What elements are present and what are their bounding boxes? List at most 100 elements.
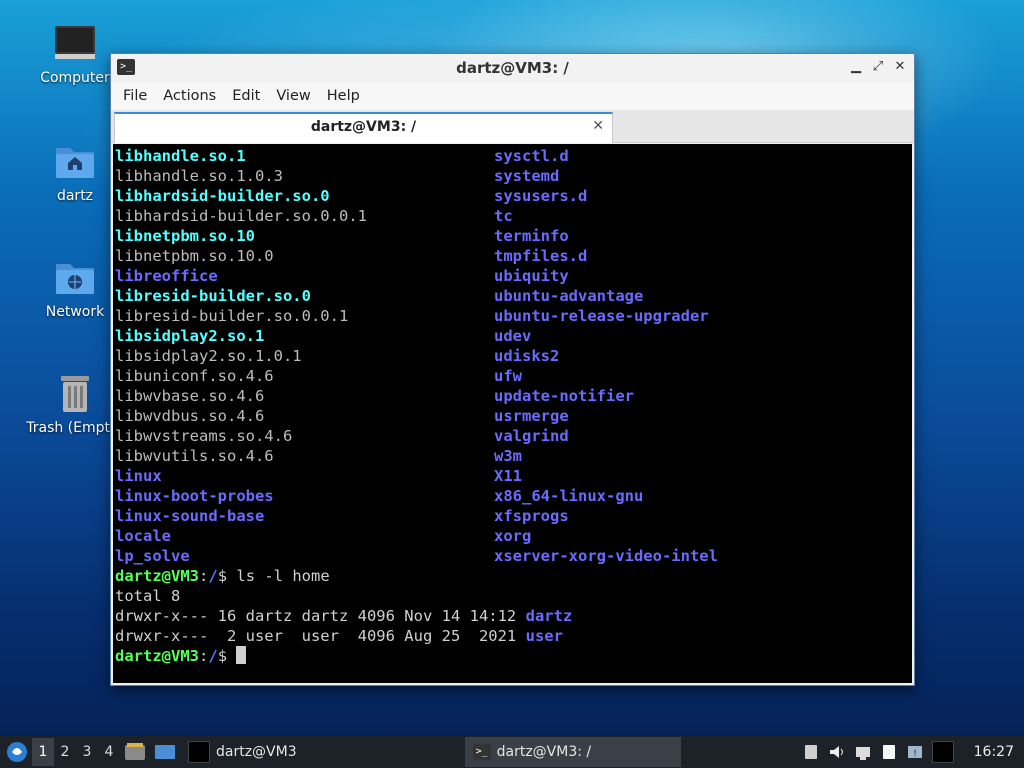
listing-attrs: drwxr-x--- 16 dartz dartz 4096 Nov 14 14… xyxy=(115,607,526,625)
task-label: dartz@VM3 xyxy=(216,744,297,760)
computer-icon xyxy=(53,22,97,66)
ls-entry: terminfo xyxy=(494,227,569,245)
terminal-icon: >_ xyxy=(472,744,491,760)
tab-close-icon[interactable]: ✕ xyxy=(592,118,604,134)
listing-name: user xyxy=(525,627,563,645)
ls-entry: libsidplay2.so.1 xyxy=(115,327,265,345)
ls-entry: x86_64-linux-gnu xyxy=(494,487,644,505)
system-tray: ! 16:27 xyxy=(802,741,1024,763)
prompt-path: / xyxy=(208,647,218,665)
start-menu-button[interactable] xyxy=(2,737,32,767)
tab-label: dartz@VM3: / xyxy=(310,119,417,135)
ls-entry: X11 xyxy=(494,467,522,485)
total-line: total 8 xyxy=(115,587,181,605)
ls-entry: systemd xyxy=(494,167,560,185)
ls-entry: libnetpbm.so.10.0 xyxy=(115,247,274,265)
ls-entry: udisks2 xyxy=(494,347,560,365)
terminal-output[interactable]: libhandle.so.1 libhandle.so.1.0.3 libhards… xyxy=(113,144,912,683)
ls-entry: libwvstreams.so.4.6 xyxy=(115,427,293,445)
volume-icon[interactable] xyxy=(828,743,846,761)
prompt-user: dartz@VM3 xyxy=(115,567,199,585)
ls-entry: udev xyxy=(494,327,532,345)
ls-entry: libhardsid-builder.so.0.0.1 xyxy=(115,207,367,225)
terminal-recent-output: dartz@VM3:/$ ls -l home total 8 drwxr-x-… xyxy=(115,566,572,666)
prompt-path: / xyxy=(208,567,218,585)
text-cursor xyxy=(236,646,247,664)
clock[interactable]: 16:27 xyxy=(974,744,1014,760)
ls-entry: tc xyxy=(494,207,513,225)
listing-attrs: drwxr-x--- 2 user user 4096 Aug 25 2021 xyxy=(115,627,526,645)
minimize-button[interactable]: ▁ xyxy=(848,58,864,76)
tab-bar: dartz@VM3: / ✕ xyxy=(111,110,914,143)
prompt-separator: : xyxy=(199,647,209,665)
ls-entry: libnetpbm.so.10 xyxy=(115,227,255,245)
prompt-user: dartz@VM3 xyxy=(115,647,199,665)
ls-entry: libwvutils.so.4.6 xyxy=(115,447,274,465)
ls-entry: libreoffice xyxy=(115,267,218,285)
ls-entry: sysusers.d xyxy=(494,187,588,205)
maximize-button[interactable]: ⤢ xyxy=(870,58,886,76)
menu-file[interactable]: File xyxy=(115,82,155,110)
workspace-4[interactable]: 4 xyxy=(98,738,120,766)
ls-entry: libuniconf.so.4.6 xyxy=(115,367,274,385)
show-desktop-icon[interactable] xyxy=(154,742,176,762)
ls-column-left: libhandle.so.1 libhandle.so.1.0.3 libhards… xyxy=(115,146,367,566)
file-manager-launcher-icon[interactable] xyxy=(124,742,146,762)
menu-help[interactable]: Help xyxy=(319,82,368,110)
ls-entry: ufw xyxy=(494,367,522,385)
notes-icon[interactable] xyxy=(880,743,898,761)
network-icon[interactable] xyxy=(854,743,872,761)
home-folder-icon xyxy=(53,140,97,184)
prompt-symbol: $ xyxy=(217,647,237,665)
ls-entry: libhardsid-builder.so.0 xyxy=(115,187,330,205)
svg-text:!: ! xyxy=(913,749,917,759)
ls-entry: usrmerge xyxy=(494,407,569,425)
taskbar: 1 2 3 4 dartz@VM3 >_ dartz@VM3: / ! 16:2… xyxy=(0,736,1024,768)
listing-row: drwxr-x--- 16 dartz dartz 4096 Nov 14 14… xyxy=(115,606,572,626)
tab-terminal[interactable]: dartz@VM3: / ✕ xyxy=(114,112,613,143)
task-dartz-vm3-root[interactable]: >_ dartz@VM3: / xyxy=(464,737,681,767)
menu-view[interactable]: View xyxy=(268,82,318,110)
workspace-3[interactable]: 3 xyxy=(76,738,98,766)
ls-entry: locale xyxy=(115,527,171,545)
ls-entry: linux-boot-probes xyxy=(115,487,274,505)
ls-entry: ubiquity xyxy=(494,267,569,285)
command-text: ls -l home xyxy=(236,567,330,585)
ls-entry: xorg xyxy=(494,527,532,545)
ls-entry: tmpfiles.d xyxy=(494,247,588,265)
listing-name: dartz xyxy=(525,607,573,625)
ls-entry: libwvbase.so.4.6 xyxy=(115,387,265,405)
workspace-1[interactable]: 1 xyxy=(32,738,54,766)
window-titlebar[interactable]: >_ dartz@VM3: / ▁ ⤢ ✕ xyxy=(111,54,914,82)
update-notifier-icon[interactable]: ! xyxy=(906,743,924,761)
command-line: dartz@VM3:/$ ls -l home xyxy=(115,566,572,586)
task-terminal-thumb-icon xyxy=(188,741,210,763)
ls-entry: sysctl.d xyxy=(494,147,569,165)
ls-entry: libhandle.so.1 xyxy=(115,147,246,165)
menu-actions[interactable]: Actions xyxy=(155,82,224,110)
ls-entry: libresid-builder.so.0.0.1 xyxy=(115,307,349,325)
active-prompt-line: dartz@VM3:/$ xyxy=(115,646,572,666)
ls-entry: libresid-builder.so.0 xyxy=(115,287,311,305)
menu-edit[interactable]: Edit xyxy=(224,82,268,110)
ls-entry: linux-sound-base xyxy=(115,507,265,525)
trash-icon xyxy=(53,372,97,416)
listing-row: drwxr-x--- 2 user user 4096 Aug 25 2021 … xyxy=(115,626,572,646)
close-button[interactable]: ✕ xyxy=(892,58,908,76)
network-folder-icon xyxy=(53,256,97,300)
prompt-symbol: $ xyxy=(217,567,237,585)
ls-entry: lp_solve xyxy=(115,547,190,565)
task-label: dartz@VM3: / xyxy=(496,744,592,760)
window-controls: ▁ ⤢ ✕ xyxy=(848,58,908,76)
ls-entry: w3m xyxy=(494,447,522,465)
menubar: File Actions Edit View Help xyxy=(111,82,914,110)
task-preview-icon[interactable] xyxy=(931,741,954,763)
ls-entry: xserver-xorg-video-intel xyxy=(494,547,718,565)
task-dartz-vm3[interactable]: dartz@VM3 xyxy=(180,737,305,767)
ls-entry: update-notifier xyxy=(494,387,634,405)
ls-entry: xfsprogs xyxy=(494,507,569,525)
workspace-2[interactable]: 2 xyxy=(54,738,76,766)
terminal-icon: >_ xyxy=(117,59,135,75)
window-title: dartz@VM3: / xyxy=(456,59,569,77)
clipboard-icon[interactable] xyxy=(802,743,820,761)
